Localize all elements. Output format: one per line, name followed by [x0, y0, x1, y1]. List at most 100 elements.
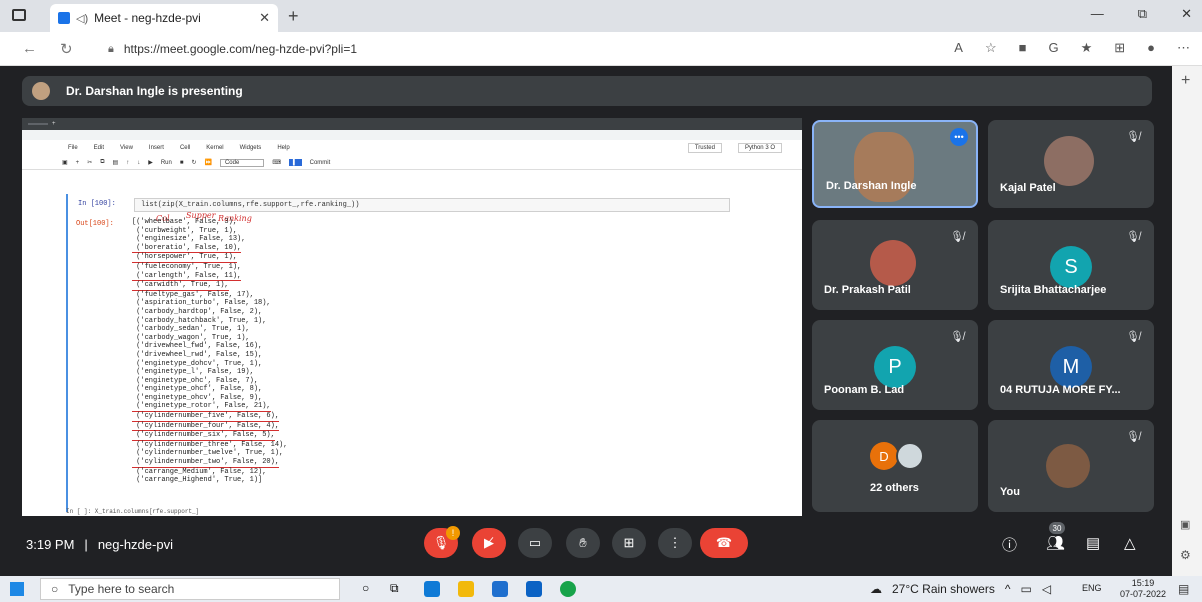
- participant-tile[interactable]: 🎙︎̸ M 04 RUTUJA MORE FY...: [988, 320, 1154, 410]
- start-icon[interactable]: [10, 582, 24, 596]
- participant-name: 04 RUTUJA MORE FY...: [1000, 384, 1121, 396]
- output-line: ('cylindernumber_two', False, 20),: [132, 458, 280, 468]
- close-window-button[interactable]: ✕: [1181, 6, 1192, 22]
- menu-kernel: Kernel: [206, 145, 224, 151]
- restart-icon: ↻: [191, 160, 197, 166]
- tray-expand-icon[interactable]: ^: [1005, 582, 1011, 596]
- participant-name: You: [1000, 486, 1020, 498]
- back-icon[interactable]: ←: [22, 40, 37, 57]
- raise-hand-button[interactable]: ✋︎: [566, 528, 600, 558]
- extension-icon[interactable]: ■: [1019, 40, 1027, 56]
- clock-date: 07-07-2022: [1120, 589, 1167, 599]
- taskbar-clock[interactable]: 15:19 07-07-2022: [1120, 578, 1166, 600]
- network-icon[interactable]: ▭: [1020, 582, 1031, 596]
- url-field[interactable]: 🔒︎ https://meet.google.com/neg-hzde-pvi?…: [108, 37, 878, 61]
- chrome-icon[interactable]: [560, 581, 576, 597]
- task-view-icon[interactable]: ⧉: [390, 581, 399, 596]
- participant-tile[interactable]: 🎙︎̸ Kajal Patel: [988, 120, 1154, 208]
- participant-tile[interactable]: 🎙︎̸ Dr. Prakash Patil: [812, 220, 978, 310]
- save-icon: ▣: [62, 160, 68, 166]
- captions-button[interactable]: ▭: [518, 528, 552, 558]
- output-line: ('horsepower', True, 1),: [132, 253, 238, 263]
- weather-text: 27°C Rain showers: [892, 582, 995, 596]
- meeting-details-icon[interactable]: ⓘ: [1002, 534, 1017, 555]
- browser-sidebar: + ▣ ⚙: [1172, 66, 1202, 576]
- weather-icon: ☁: [870, 582, 882, 596]
- meeting-info: 3:19 PM | neg-hzde-pvi: [26, 537, 173, 552]
- store-icon[interactable]: [492, 581, 508, 597]
- volume-icon[interactable]: ◁: [1042, 582, 1051, 596]
- profile-icon[interactable]: ●: [1147, 40, 1155, 56]
- tab-close-icon[interactable]: ✕: [259, 10, 270, 26]
- output-line: ('aspiration_turbo', False, 18),: [132, 299, 271, 308]
- read-aloud-icon[interactable]: A: [954, 40, 963, 56]
- edge-icon[interactable]: [424, 581, 440, 597]
- restore-button[interactable]: ⧉: [1138, 6, 1147, 22]
- notebook-cell: In [100]: list(zip(X_train.columns,rfe.s…: [66, 194, 742, 512]
- copy-icon: ⧉: [100, 159, 105, 165]
- participant-name: Srijita Bhattacharjee: [1000, 284, 1107, 296]
- output-line: ('carbody_sedan', True, 1),: [132, 325, 250, 334]
- mail-icon[interactable]: [526, 581, 542, 597]
- input-prompt: In [100]:: [78, 200, 116, 208]
- weather-widget[interactable]: ☁ 27°C Rain showers ^ ▭ ◁: [870, 582, 1051, 596]
- participant-tile[interactable]: 🎙︎̸ P Poonam B. Lad: [812, 320, 978, 410]
- favorites-icon[interactable]: ★: [1081, 40, 1093, 56]
- camera-button[interactable]: ▶̸: [472, 528, 506, 558]
- leave-call-button[interactable]: ☎︎: [700, 528, 748, 558]
- sidebar-add-icon[interactable]: +: [1181, 72, 1190, 90]
- new-tab-button[interactable]: +: [288, 6, 299, 27]
- output-line: ('enginetype_ohcv', False, 9),: [132, 393, 263, 402]
- activities-icon[interactable]: △: [1124, 534, 1136, 552]
- meet-favicon-icon: [58, 12, 70, 24]
- more-icon[interactable]: ⋯: [1177, 40, 1190, 56]
- more-options-button[interactable]: ⋮: [658, 528, 692, 558]
- cut-icon: ✂: [87, 160, 93, 166]
- self-tile[interactable]: 🎙︎̸ You: [988, 420, 1154, 512]
- output-line: ('fueleconomy', True, 1),: [132, 262, 242, 271]
- participant-photo: [1046, 444, 1090, 488]
- chat-icon[interactable]: ▤: [1086, 534, 1100, 552]
- file-explorer-icon[interactable]: [458, 581, 474, 597]
- code-input: list(zip(X_train.columns,rfe.support_,rf…: [134, 198, 730, 212]
- participant-name: Kajal Patel: [1000, 182, 1056, 194]
- participant-tile[interactable]: 🎙︎̸ S Srijita Bhattacharjee: [988, 220, 1154, 310]
- output-line: ('carrange_Medium', False, 12),: [132, 467, 267, 476]
- sidebar-screen-icon[interactable]: ▣: [1180, 518, 1190, 531]
- minimize-button[interactable]: —: [1091, 6, 1104, 22]
- output-line: ('cylindernumber_six', False, 5),: [132, 431, 275, 441]
- mic-off-icon: 🎙︎̸: [1126, 231, 1140, 243]
- reload-icon[interactable]: ↻: [60, 40, 73, 58]
- language-indicator[interactable]: ENG: [1082, 583, 1102, 593]
- run-icon: ▶: [148, 160, 153, 166]
- output-line: [('wheelbase', False, 3),: [132, 218, 238, 226]
- mic-warning-badge: !: [446, 526, 460, 540]
- collections-icon[interactable]: ⊞: [1114, 40, 1125, 56]
- tab-actions-icon[interactable]: [12, 9, 26, 21]
- refresh-ext-icon[interactable]: G: [1048, 40, 1058, 56]
- output-line: ('enginetype_rotor', False, 21),: [132, 402, 271, 413]
- sidebar-settings-icon[interactable]: ⚙: [1180, 548, 1191, 562]
- participant-name: Dr. Darshan Ingle: [826, 180, 917, 192]
- cortana-icon[interactable]: ○: [362, 581, 369, 595]
- participant-name: Poonam B. Lad: [824, 384, 905, 396]
- menu-edit: Edit: [93, 145, 105, 151]
- participant-tile[interactable]: ••• Dr. Darshan Ingle: [812, 120, 978, 208]
- lock-icon[interactable]: 🔒︎: [108, 43, 114, 56]
- run-label: Run: [160, 159, 172, 166]
- favorite-icon[interactable]: ☆: [985, 40, 997, 56]
- add-cell-icon: +: [75, 159, 80, 166]
- others-tile[interactable]: D 22 others: [812, 420, 978, 512]
- notifications-icon[interactable]: ▤: [1178, 582, 1189, 596]
- search-icon: ○: [51, 582, 59, 596]
- jupyter-menu: File Edit View Insert Cell Kernel Widget…: [22, 140, 802, 156]
- present-button[interactable]: ⊞: [612, 528, 646, 558]
- audio-playing-icon[interactable]: ◁): [76, 12, 88, 25]
- menu-insert: Insert: [148, 145, 164, 151]
- browser-tab[interactable]: ◁) Meet - neg-hzde-pvi ✕: [50, 4, 278, 32]
- paste-icon: ▤: [112, 160, 119, 166]
- mic-off-icon: 🎙︎̸: [950, 231, 964, 243]
- output-line: ('carbody_hatchback', True, 1),: [132, 316, 267, 325]
- taskbar-search[interactable]: ○ Type here to search: [40, 578, 340, 600]
- people-icon[interactable]: 👥︎: [1046, 534, 1065, 552]
